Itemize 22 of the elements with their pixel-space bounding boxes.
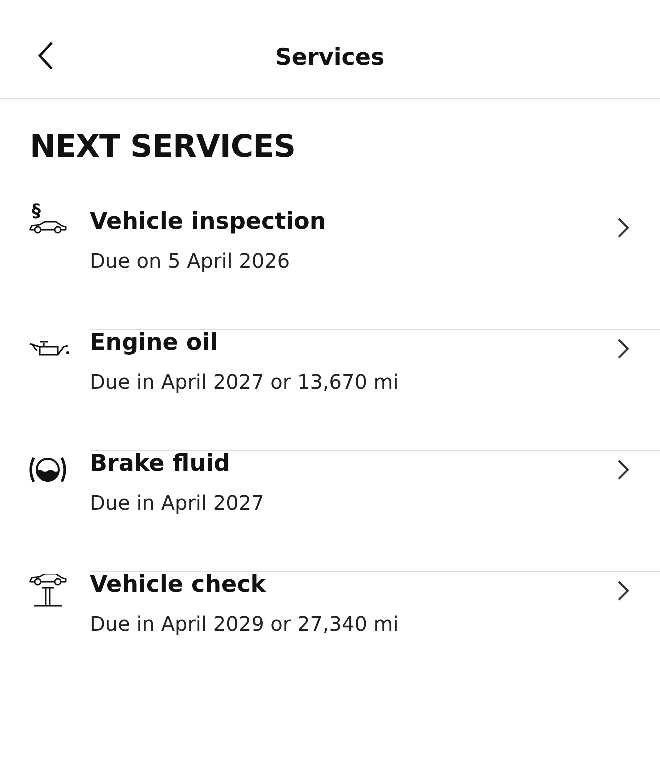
service-item[interactable]: Brake fluid Due in April 2027 bbox=[90, 451, 660, 572]
brake-fluid-icon bbox=[28, 455, 68, 485]
chevron-right-icon bbox=[616, 217, 630, 239]
chevron-right-icon bbox=[616, 338, 630, 360]
chevron-right-icon bbox=[616, 580, 630, 602]
due-date: Due on 5 April 2026 bbox=[90, 249, 292, 273]
due-date: Due in April 2027 or 13,670 mi bbox=[90, 370, 400, 394]
service-item[interactable]: Vehicle inspection Due on 5 April 2026 bbox=[90, 209, 660, 330]
paragraph-sign-icon: § bbox=[32, 203, 41, 221]
section-title: NEXT SERVICES bbox=[30, 129, 297, 165]
car-on-lift-icon bbox=[28, 574, 68, 608]
service-item[interactable]: Vehicle check Due in April 2029 or 27,340 mi bbox=[90, 572, 660, 693]
due-date: Due in April 2029 or 27,340 mi bbox=[90, 612, 400, 636]
due-date: Due in April 2027 bbox=[90, 491, 266, 515]
page-title: Services bbox=[275, 45, 385, 71]
service-title: Engine oil bbox=[90, 330, 219, 356]
service-title: Brake fluid bbox=[90, 451, 232, 477]
service-title: Vehicle inspection bbox=[90, 209, 328, 235]
car-icon bbox=[28, 221, 68, 235]
chevron-right-icon bbox=[616, 459, 630, 481]
service-title: Vehicle check bbox=[90, 572, 268, 598]
service-item[interactable]: Engine oil Due in April 2027 or 13,670 mi bbox=[90, 330, 660, 451]
